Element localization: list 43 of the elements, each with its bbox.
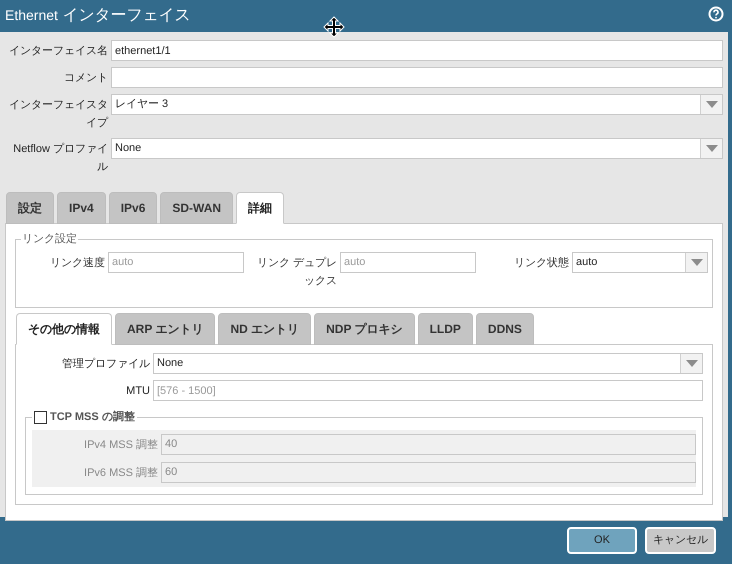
field-label: IPv4 MSS 調整 bbox=[83, 438, 158, 452]
tab[interactable]: NDP プロキシ bbox=[314, 313, 415, 345]
dropdown-caret-icon bbox=[706, 101, 718, 108]
field-label: インターフェイスタイプ bbox=[8, 98, 108, 131]
window-title: Ethernet インターフェイス bbox=[5, 6, 190, 26]
dropdown-caret-icon bbox=[690, 258, 702, 266]
field-label: MTU bbox=[125, 384, 150, 399]
input-field[interactable] bbox=[111, 67, 723, 88]
group-legend: リンク設定 bbox=[21, 231, 78, 248]
field-label: 管理プロファイル bbox=[61, 356, 150, 372]
tab[interactable]: DDNS bbox=[476, 313, 534, 345]
tab[interactable]: SD-WAN bbox=[160, 192, 234, 224]
tab[interactable]: 詳細 bbox=[236, 192, 284, 224]
select-field[interactable]: auto bbox=[572, 252, 708, 272]
field-label: インターフェイス名 bbox=[8, 44, 108, 59]
input-field[interactable]: auto bbox=[108, 252, 244, 272]
input-field[interactable]: ethernet1/1 bbox=[111, 40, 723, 61]
field-label: Netflow プロファイル bbox=[12, 142, 108, 175]
dropdown-caret-icon bbox=[706, 145, 718, 152]
checkbox[interactable] bbox=[34, 410, 47, 424]
field-label: リンク速度 bbox=[49, 256, 105, 270]
tab[interactable]: その他の情報 bbox=[16, 313, 112, 345]
select-field[interactable]: None bbox=[111, 138, 723, 159]
help-icon[interactable] bbox=[708, 6, 724, 22]
field-label: リンク状態 bbox=[513, 256, 569, 270]
dropdown-caret-icon bbox=[686, 360, 698, 367]
field-label: IPv6 MSS 調整 bbox=[83, 466, 158, 480]
dialog-button[interactable]: キャンセル bbox=[645, 527, 716, 554]
move-cursor-icon bbox=[323, 16, 345, 38]
input-field[interactable]: auto bbox=[340, 252, 476, 272]
field-label: コメント bbox=[63, 71, 108, 86]
dialog-button[interactable]: OK bbox=[567, 527, 637, 554]
checkbox-label: TCP MSS の調整 bbox=[50, 410, 135, 425]
tab[interactable]: IPv6 bbox=[108, 192, 158, 224]
tab[interactable]: 設定 bbox=[6, 192, 54, 224]
tab[interactable]: ND エントリ bbox=[218, 313, 312, 345]
tab[interactable]: IPv4 bbox=[57, 192, 106, 224]
select-field[interactable]: None bbox=[153, 353, 703, 374]
tab[interactable]: ARP エントリ bbox=[115, 313, 216, 345]
input-field[interactable]: [576 - 1500] bbox=[153, 380, 703, 401]
field-label: リンク デュプレックス bbox=[256, 256, 337, 288]
select-field[interactable]: レイヤー 3 bbox=[111, 94, 723, 115]
tab[interactable]: LLDP bbox=[418, 313, 473, 345]
